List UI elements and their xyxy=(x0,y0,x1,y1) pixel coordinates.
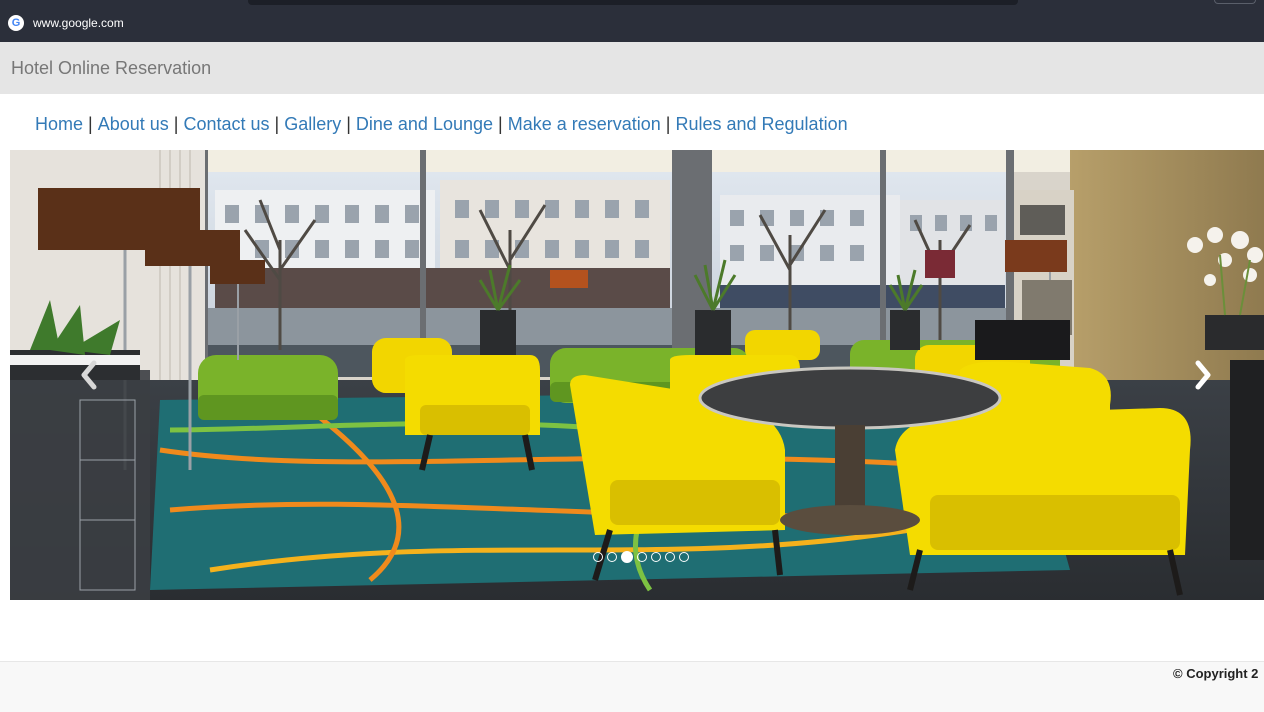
nav-link-home[interactable]: Home xyxy=(35,114,83,134)
nav-separator: | xyxy=(665,114,671,134)
brand-title[interactable]: Hotel Online Reservation xyxy=(11,58,211,79)
nav-link-contact-us[interactable]: Contact us xyxy=(183,114,269,134)
google-favicon-icon: G xyxy=(8,15,24,31)
nav-link-about-us[interactable]: About us xyxy=(98,114,169,134)
main-nav: Home | About us | Contact us | Gallery | Dine an… xyxy=(35,114,848,135)
chevron-right-icon xyxy=(1195,360,1211,390)
favicon-letter: G xyxy=(11,16,21,29)
carousel-indicator[interactable] xyxy=(637,552,647,562)
carousel-indicator[interactable] xyxy=(607,552,617,562)
carousel-indicator[interactable] xyxy=(651,552,661,562)
nav-link-gallery[interactable]: Gallery xyxy=(284,114,341,134)
address-bar[interactable] xyxy=(248,0,1018,5)
carousel-indicator[interactable] xyxy=(679,552,689,562)
nav-separator: | xyxy=(88,114,93,134)
carousel-indicator[interactable] xyxy=(593,552,603,562)
hotel-lounge-carousel[interactable] xyxy=(10,150,1264,600)
browser-bar: G www.google.com xyxy=(0,0,1264,42)
carousel-next-button[interactable] xyxy=(1188,355,1218,395)
carousel-prev-button[interactable] xyxy=(74,355,104,395)
browser-window-control[interactable] xyxy=(1214,0,1256,4)
chevron-left-icon xyxy=(81,360,97,390)
nav-link-dine-and-lounge[interactable]: Dine and Lounge xyxy=(356,114,493,134)
site-footer: © Copyright 2 xyxy=(0,661,1264,712)
nav-link-make-a-reservation[interactable]: Make a reservation xyxy=(508,114,661,134)
site-header: Hotel Online Reservation xyxy=(0,42,1264,94)
nav-separator: | xyxy=(274,114,280,134)
nav-separator: | xyxy=(346,114,351,134)
carousel-indicators xyxy=(593,551,689,563)
nav-separator: | xyxy=(498,114,503,134)
nav-separator: | xyxy=(173,114,179,134)
lounge-photo xyxy=(10,150,1264,600)
carousel-indicator[interactable] xyxy=(665,552,675,562)
site-url[interactable]: www.google.com xyxy=(33,16,124,30)
nav-link-rules-and-regulation[interactable]: Rules and Regulation xyxy=(675,114,847,134)
copyright-text: © Copyright 2 xyxy=(1173,666,1259,681)
carousel-indicator-active[interactable] xyxy=(621,551,633,563)
